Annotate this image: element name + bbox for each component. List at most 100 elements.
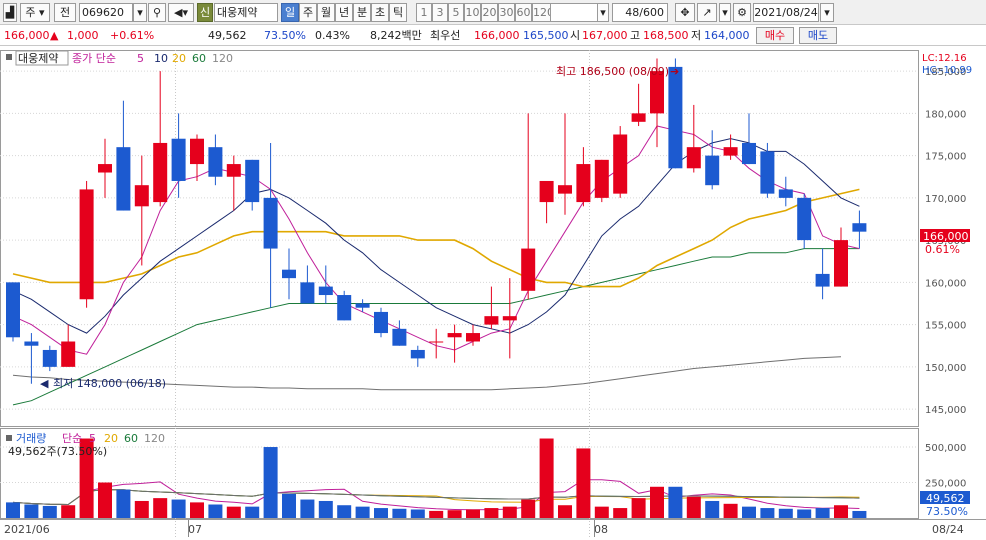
change-percent: +0.61% [110,29,155,42]
volume-bar [190,502,204,518]
volume-bar [410,509,425,518]
open-price: 167,000 [582,29,628,42]
volume-bar [447,510,462,518]
settings-icon[interactable]: ⚙ [733,3,751,22]
candle-body [374,311,388,334]
period-button-0[interactable]: 일 [281,3,299,22]
volume-bar [245,506,260,518]
volume-panel-handle-icon[interactable] [6,435,12,441]
calendar-dropdown-icon[interactable]: ▾ [820,3,834,22]
volume-bar [539,438,554,518]
chart-menu-icon[interactable]: ▟ [3,3,17,22]
chart-area[interactable]: 145,000150,000155,000160,000165,000170,0… [0,46,986,537]
ma60-legend: 60 [192,52,206,65]
code-dropdown-icon[interactable]: ▾ [133,3,147,22]
price-change: 1,000 [67,29,99,42]
vol-ma5-legend: 5 [89,432,96,445]
search-icon[interactable]: ⚲ [148,3,166,22]
prev-button[interactable]: 전 [54,3,76,22]
sound-icon[interactable]: ◀▾ [168,3,194,22]
hc-label: HC:-10.99 [922,65,972,76]
volume-bar [631,498,646,518]
volume-tick-label: 500,000 [925,443,966,454]
period-button-4[interactable]: 분 [353,3,371,22]
candle-body [429,341,444,343]
count-button-1[interactable]: 1 [416,3,432,22]
candle-body [263,197,278,249]
market-select[interactable]: 주 ▾ [20,3,50,22]
count-button-3[interactable]: 3 [432,3,448,22]
candlestick-chart[interactable]: 145,000150,000155,000160,000165,000170,0… [0,46,986,537]
volume-bar [263,447,278,518]
candle-body [282,269,296,279]
count-button-30[interactable]: 30 [498,3,515,22]
volume-tag: 49,562 [926,492,965,505]
count-dropdown-icon[interactable]: ▾ [597,3,609,22]
turnover-percent: 0.43% [315,29,350,42]
price-tick-label: 160,000 [925,278,966,289]
price-tick-label: 175,000 [925,152,966,163]
x-axis-label-1: 07 [188,523,202,536]
toolbar: ▟ 주 ▾ 전 069620 ▾ ⚲ ◀▾ 신 대웅제약 일주월년분초틱 135… [0,0,986,25]
candle-body [797,197,812,241]
volume-bar [705,500,720,518]
vol-ma120-legend: 120 [144,432,165,445]
volume-bar [650,486,664,518]
crosshair-icon[interactable]: ✥ [675,3,695,22]
volume-bar [355,506,370,518]
candle-body [355,303,370,308]
volume-bar [98,482,112,518]
count-button-5[interactable]: 5 [448,3,464,22]
last-price-tag: 166,000 [923,230,969,243]
volume-bar [116,489,131,518]
count-button-20[interactable]: 20 [481,3,498,22]
period-button-2[interactable]: 월 [317,3,335,22]
candle-body [594,159,609,198]
candle-body [61,341,76,367]
candle-body [484,316,499,325]
period-button-5[interactable]: 초 [371,3,389,22]
volume-value: 49,562 [208,29,247,42]
volume-bar [852,510,867,518]
volume-bar [834,505,848,518]
candle-body [300,282,315,304]
candle-body [190,138,204,165]
count-button-10[interactable]: 10 [464,3,481,22]
candle-body [760,151,775,194]
best-ask: 166,000 [474,29,520,42]
draw-tool-icon[interactable]: ↗ [697,3,717,22]
buy-button[interactable]: 매수 [756,27,794,44]
candle-body [815,273,830,287]
volume-bar [374,508,388,518]
high-price: 168,500 [643,29,689,42]
period-button-1[interactable]: 주 [299,3,317,22]
candle-body [521,248,536,291]
draw-dropdown-icon[interactable]: ▾ [719,3,731,22]
volume-bar [61,505,76,518]
candle-body [208,147,223,177]
candle-body [742,142,756,165]
candle-body [6,282,20,338]
period-button-3[interactable]: 년 [335,3,353,22]
date-field[interactable]: 2021/08/24 [753,3,819,22]
period-button-6[interactable]: 틱 [389,3,407,22]
best-bid: 165,500 [523,29,569,42]
page-count: 48/600 [612,3,668,22]
volume-bar [778,508,793,518]
count-input[interactable] [550,3,598,22]
ma20-legend: 20 [172,52,186,65]
stock-code-input[interactable]: 069620 [79,3,133,22]
count-button-60[interactable]: 60 [515,3,532,22]
panel-handle-icon[interactable] [6,54,12,60]
sell-button[interactable]: 매도 [799,27,837,44]
candle-body [852,223,867,232]
best-label: 최우선 [430,29,461,42]
trade-amount: 8,242백만 [370,29,422,42]
volume-bar [742,506,756,518]
volume-bar [6,502,20,518]
candle-body [668,66,683,169]
stock-name-field[interactable]: 대웅제약 [214,3,278,22]
open-label: 시 [570,29,581,42]
price-tick-label: 170,000 [925,194,966,205]
volume-bar [429,510,444,518]
